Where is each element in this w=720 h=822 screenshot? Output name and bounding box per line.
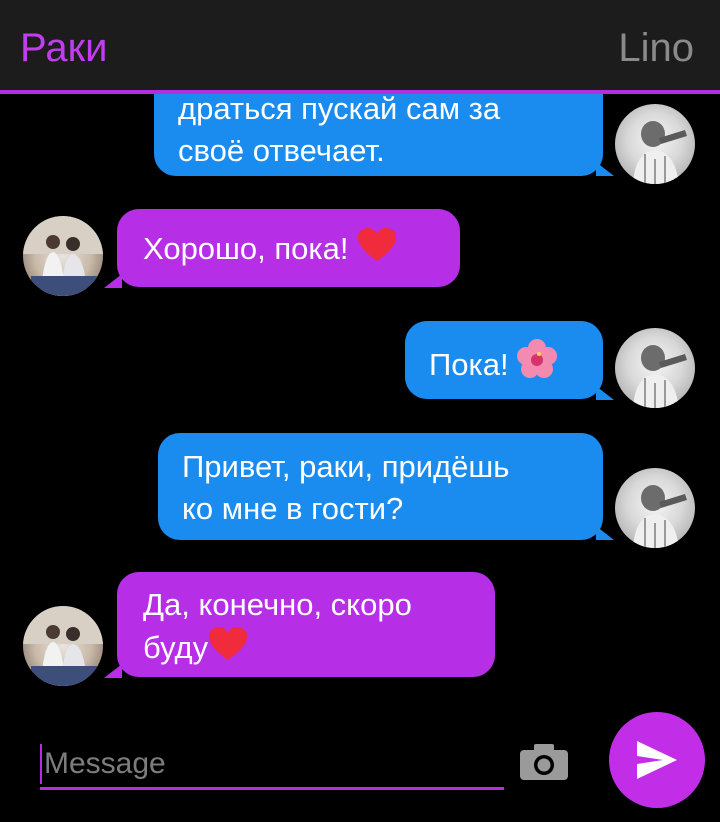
message-placeholder: Message — [44, 747, 166, 780]
message-list[interactable]: драться пускай сам за своё отвечает. Хор… — [0, 94, 720, 704]
bubble-tail — [596, 162, 614, 176]
avatar-raki[interactable] — [23, 606, 103, 686]
avatar-lino[interactable] — [615, 328, 695, 408]
message-input[interactable]: Message — [40, 738, 504, 790]
hibiscus-emoji-icon — [517, 339, 558, 390]
message-input-bar: Message — [0, 704, 720, 822]
send-icon — [637, 741, 677, 779]
chat-app: Раки Lino драться пускай сам за своё отв… — [0, 0, 720, 822]
text-cursor — [40, 744, 42, 784]
avatar-raki[interactable] — [23, 216, 103, 296]
bubble-tail — [104, 274, 122, 288]
bubble-tail — [104, 664, 122, 678]
camera-icon[interactable] — [518, 742, 570, 782]
message-text: ко мне в гости? — [182, 491, 404, 526]
chat-header: Раки Lino — [0, 0, 720, 94]
message-text: Да, конечно, скоро — [143, 587, 412, 622]
message-bubble-outgoing[interactable]: Привет, раки, придёшь ко мне в гости? — [158, 433, 603, 540]
contact-name[interactable]: Lino — [618, 24, 694, 72]
avatar-lino[interactable] — [615, 104, 695, 184]
message-bubble-outgoing[interactable]: Пока! — [405, 321, 603, 399]
message-text: Привет, раки, придёшь — [182, 449, 510, 484]
chat-title[interactable]: Раки — [20, 24, 107, 72]
heart-emoji-icon — [208, 626, 248, 673]
message-bubble-incoming[interactable]: Да, конечно, скоро буду — [117, 572, 495, 677]
avatar-lino[interactable] — [615, 468, 695, 548]
bubble-tail — [596, 526, 614, 540]
message-text: буду — [143, 630, 209, 665]
heart-emoji-icon — [357, 227, 397, 274]
message-text: Пока! — [429, 347, 509, 382]
message-bubble-incoming[interactable]: Хорошо, пока! — [117, 209, 460, 287]
bubble-tail — [596, 386, 614, 400]
message-text: драться пускай сам за — [178, 94, 501, 126]
send-button[interactable] — [609, 712, 705, 808]
message-text: своё отвечает. — [178, 133, 385, 168]
message-text: Хорошо, пока! — [143, 231, 349, 266]
message-bubble-outgoing[interactable]: драться пускай сам за своё отвечает. — [154, 94, 603, 176]
